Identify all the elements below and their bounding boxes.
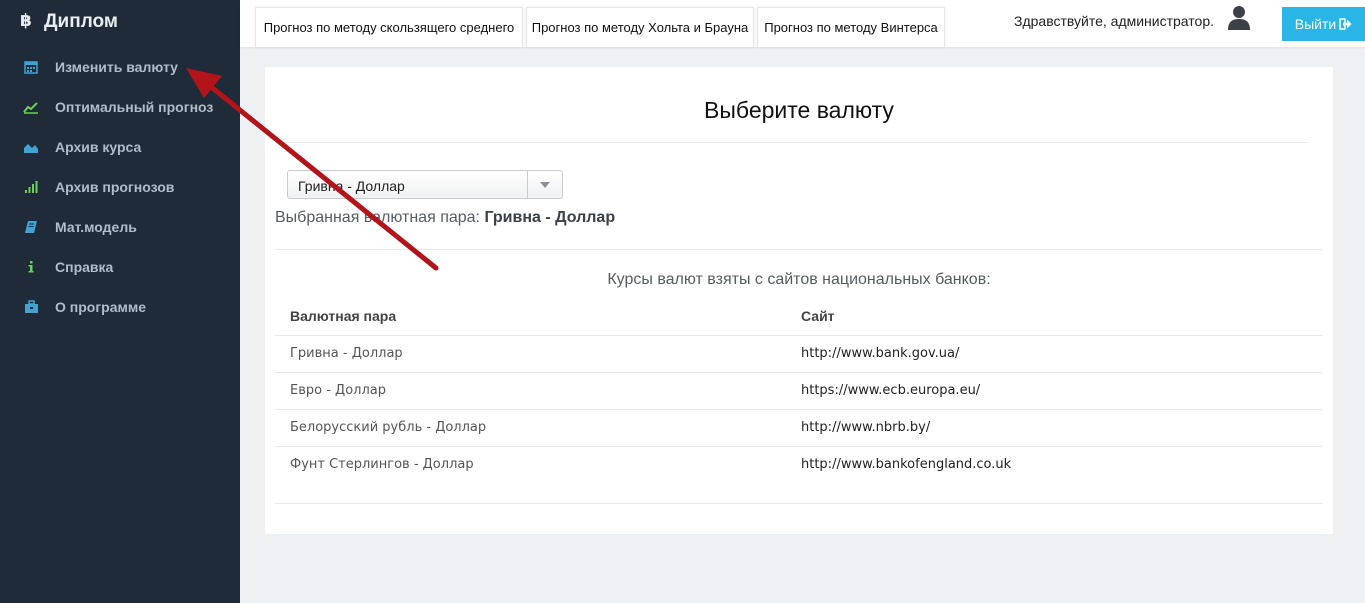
book-icon	[22, 219, 40, 235]
calendar-icon	[22, 59, 40, 75]
sidebar-item-label: Справка	[55, 259, 114, 275]
main-panel: Выберите валюту Гривна - Доллар Выбранна…	[265, 67, 1333, 534]
user-icon[interactable]	[1227, 5, 1251, 31]
sidebar: ฿ Диплом Изменить валюту Оптимальный про…	[0, 0, 240, 603]
sidebar-item-label: Оптимальный прогноз	[55, 99, 214, 115]
column-header-site: Сайт	[786, 298, 1323, 336]
pair-cell: Евро - Доллар	[275, 372, 786, 410]
logout-label: Выйти	[1294, 16, 1337, 32]
brand[interactable]: ฿ Диплом	[0, 0, 240, 44]
sidebar-item-forecast-archive[interactable]: Архив прогнозов	[0, 167, 240, 207]
divider	[275, 249, 1323, 250]
logout-button[interactable]: Выйти	[1282, 7, 1365, 41]
table-row: Евро - Доллар https://www.ecb.europa.eu/	[275, 372, 1323, 410]
page-title: Выберите валюту	[704, 97, 894, 123]
svg-text:฿: ฿	[20, 11, 32, 29]
sidebar-item-rate-archive[interactable]: Архив курса	[0, 127, 240, 167]
site-link[interactable]: http://www.bank.gov.ua/	[786, 335, 1323, 373]
sidebar-item-label: Мат.модель	[55, 219, 137, 235]
sidebar-item-optimal-forecast[interactable]: Оптимальный прогноз	[0, 87, 240, 127]
sidebar-item-math-model[interactable]: Мат.модель	[0, 207, 240, 247]
sidebar-item-label: О программе	[55, 299, 147, 315]
bitcoin-icon: ฿	[20, 11, 36, 34]
sidebar-item-label: Архив курса	[55, 139, 142, 155]
line-chart-icon	[22, 99, 40, 115]
selected-pair-prefix: Выбранная валютная пара:	[275, 209, 485, 226]
currency-select-value: Гривна - Доллар	[298, 178, 405, 194]
top-bar: Прогноз по методу скользящего среднего П…	[240, 0, 1365, 47]
column-header-pair: Валютная пара	[275, 298, 786, 336]
sidebar-item-about[interactable]: О программе	[0, 287, 240, 327]
table-header-row: Валютная пара Сайт	[275, 298, 1323, 336]
chevron-down-icon[interactable]	[527, 171, 562, 198]
selected-pair-line: Выбранная валютная пара: Гривна - Доллар	[275, 209, 615, 227]
tab-holt-brown[interactable]: Прогноз по методу Хольта и Брауна	[526, 7, 754, 47]
sign-out-icon	[1339, 18, 1352, 30]
info-icon	[22, 259, 40, 275]
sidebar-item-change-currency[interactable]: Изменить валюту	[0, 47, 240, 87]
tab-label: Прогноз по методу Винтерса	[764, 20, 938, 35]
tab-winters[interactable]: Прогноз по методу Винтерса	[757, 7, 945, 47]
divider	[275, 503, 1323, 504]
pair-cell: Гривна - Доллар	[275, 335, 786, 373]
divider	[275, 142, 1308, 143]
currency-select[interactable]: Гривна - Доллар	[287, 170, 563, 199]
bank-sites-table: Валютная пара Сайт Гривна - Доллар http:…	[275, 298, 1323, 483]
briefcase-icon	[22, 299, 40, 315]
tab-label: Прогноз по методу Хольта и Брауна	[531, 20, 749, 35]
brand-title: Диплом	[44, 11, 118, 32]
tab-label: Прогноз по методу скользящего среднего	[263, 20, 515, 35]
signal-icon	[22, 179, 40, 195]
table-row: Фунт Стерлингов - Доллар http://www.bank…	[275, 446, 1323, 483]
pair-cell: Фунт Стерлингов - Доллар	[290, 457, 474, 473]
area-chart-icon	[22, 139, 40, 155]
sidebar-item-label: Архив прогнозов	[55, 179, 175, 195]
rates-caption-text: Курсы валют взяты с сайтов национальных …	[607, 271, 991, 288]
table-row: Гривна - Доллар http://www.bank.gov.ua/	[275, 335, 1323, 373]
rates-caption: Курсы валют взяты с сайтов национальных …	[265, 271, 1333, 289]
site-link[interactable]: http://www.nbrb.by/	[786, 409, 1323, 447]
sidebar-item-help[interactable]: Справка	[0, 247, 240, 287]
site-link[interactable]: http://www.bankofengland.co.uk	[786, 446, 1323, 483]
greeting: Здравствуйте, администратор.	[1014, 13, 1215, 29]
sidebar-item-label: Изменить валюту	[55, 59, 178, 75]
tab-moving-average[interactable]: Прогноз по методу скользящего среднего	[255, 7, 523, 47]
site-link[interactable]: https://www.ecb.europa.eu/	[786, 372, 1323, 410]
pair-cell: Белорусский рубль - Доллар	[275, 409, 786, 447]
table-row: Белорусский рубль - Доллар http://www.nb…	[275, 409, 1323, 447]
selected-pair-value: Гривна - Доллар	[484, 209, 616, 226]
